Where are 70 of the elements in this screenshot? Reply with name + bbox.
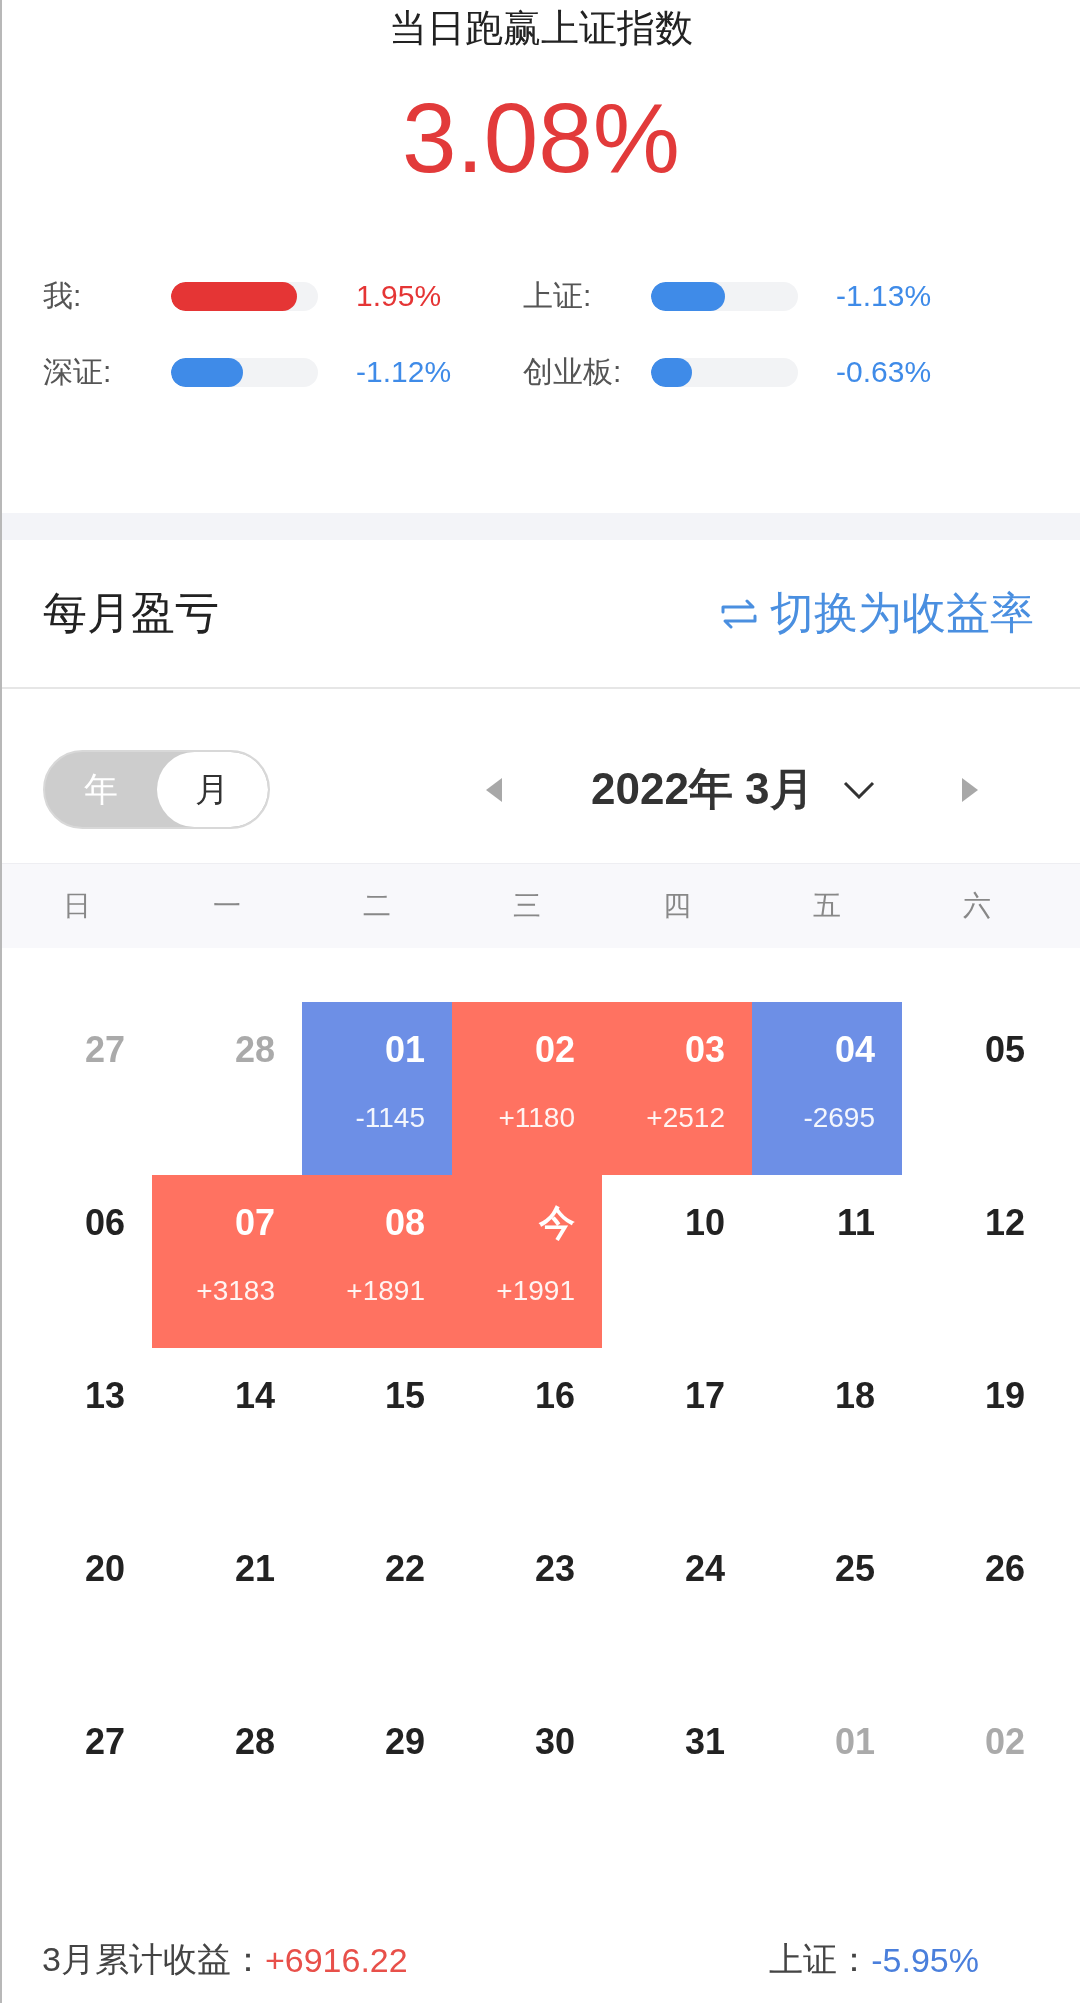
day-number: 03 [684,1030,725,1070]
day-number: 01 [834,1722,875,1762]
compare-label: 我: [43,277,83,314]
summary-value: +6916.22 [264,1940,408,1980]
day-number: 07 [234,1203,275,1243]
day-number: 14 [234,1376,275,1416]
month-title[interactable]: 2022年 3月 [591,760,814,819]
toggle-option[interactable]: 月 [156,752,268,827]
outperform-value: 3.08% [402,84,680,192]
day-number: 22 [384,1549,425,1589]
day-number: 08 [384,1203,425,1243]
daily-pnl: +1991 [496,1275,575,1307]
day-number: 19 [984,1376,1025,1416]
section-title: 每月盈亏 [43,587,219,639]
percent-value: -1.13% [836,279,932,313]
day-number: 11 [836,1203,875,1243]
day-number: 17 [684,1376,725,1416]
weekday-label: 五 [812,889,842,923]
day-number: 16 [534,1376,575,1416]
summary-label: 3月累计收益： [42,1939,265,1980]
swap-icon [720,598,758,629]
chevron-down-icon[interactable] [842,780,875,799]
day-number: 13 [84,1376,125,1416]
caret-right-icon[interactable] [961,777,978,802]
day-number: 05 [984,1030,1025,1070]
day-number: 10 [684,1203,725,1243]
percent-value: -1.12% [356,355,452,389]
day-number: 23 [534,1549,575,1589]
index-label: 上证： [769,1939,872,1980]
caret-left-icon[interactable] [486,777,502,802]
weekday-label: 一 [212,889,242,923]
day-number: 06 [84,1203,125,1243]
daily-pnl: -1145 [355,1102,425,1134]
day-number: 04 [834,1030,875,1070]
weekday-label: 二 [362,889,392,923]
day-number: 01 [384,1030,425,1070]
weekday-label: 三 [512,889,542,923]
day-number: 25 [834,1549,875,1589]
day-number: 28 [234,1030,275,1070]
day-number: 29 [384,1722,425,1762]
day-number: 21 [234,1549,275,1589]
day-number: 26 [984,1549,1025,1589]
compare-label: 深证: [43,353,113,390]
day-number: 30 [534,1722,575,1762]
weekday-label: 日 [62,889,92,923]
compare-label: 上证: [523,277,593,314]
day-number: 24 [684,1549,725,1589]
daily-pnl: +3183 [196,1275,275,1307]
index-value: -5.95% [871,1940,979,1980]
day-number: 今 [539,1203,575,1243]
day-number: 27 [84,1030,125,1070]
day-number: 12 [984,1203,1025,1243]
daily-pnl: +1180 [498,1102,575,1134]
day-number: 28 [234,1722,275,1762]
compare-label: 创业板: [523,353,623,390]
daily-pnl: -2695 [803,1102,875,1134]
day-number: 18 [834,1376,875,1416]
daily-pnl: +1891 [346,1275,425,1307]
day-number: 02 [534,1030,575,1070]
daily-pnl: +2512 [646,1102,725,1134]
header-title: 当日跑赢上证指数 [389,6,693,51]
day-number: 15 [384,1376,425,1416]
weekday-label: 四 [662,889,692,923]
percent-value: 1.95% [356,279,442,313]
weekday-label: 六 [962,889,992,923]
day-number: 02 [984,1722,1025,1762]
day-number: 31 [684,1722,725,1762]
day-number: 27 [84,1722,125,1762]
percent-value: -0.63% [836,355,932,389]
day-number: 20 [84,1549,125,1589]
